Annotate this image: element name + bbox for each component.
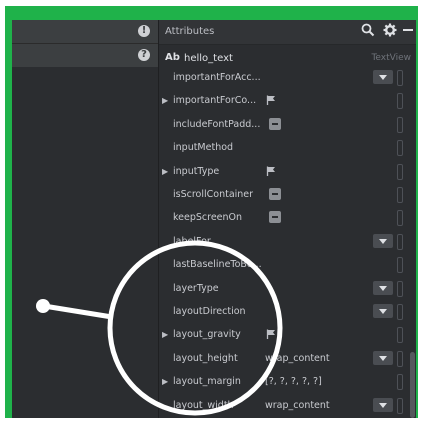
search-icon[interactable]: [359, 23, 377, 41]
attribute-name: importantForAcc...: [173, 72, 261, 83]
attribute-name: isScrollContainer: [173, 189, 254, 200]
attribute-row[interactable]: layout_height wrap_content: [159, 348, 416, 371]
ide-window: ! ? Attributes Ab hello_text TextView im…: [12, 20, 416, 418]
gear-icon[interactable]: [381, 23, 399, 41]
minimize-icon[interactable]: [399, 23, 416, 41]
attribute-value[interactable]: wrap_content: [265, 400, 330, 411]
left-pane-row[interactable]: !: [12, 20, 158, 44]
component-badge: Ab: [165, 52, 180, 63]
remove-button[interactable]: [269, 188, 281, 200]
resource-picker-button[interactable]: [397, 163, 403, 180]
attributes-panel: Attributes Ab hello_text TextView import…: [159, 20, 416, 418]
resource-picker-button[interactable]: [397, 397, 403, 414]
attribute-name: inputType: [173, 165, 220, 177]
attribute-value[interactable]: wrap_content: [265, 353, 330, 364]
attribute-row[interactable]: layoutDirection: [159, 301, 416, 324]
resource-picker-button[interactable]: [397, 187, 403, 203]
dropdown-button[interactable]: [373, 304, 393, 318]
attribute-name: layout_width: [173, 399, 234, 411]
attribute-row[interactable]: isScrollContainer: [159, 184, 416, 207]
attribute-name: layout_height: [173, 352, 238, 364]
expand-arrow-icon[interactable]: ▶: [162, 330, 168, 339]
flag-icon[interactable]: [266, 329, 276, 340]
component-id: hello_text: [184, 53, 233, 64]
attribute-row[interactable]: lastBaselineToBo...: [159, 254, 416, 277]
resource-picker-button[interactable]: [397, 327, 403, 344]
left-pane: ! ?: [12, 20, 158, 418]
attribute-row[interactable]: importantForAcc...: [159, 67, 416, 90]
attribute-name: keepScreenOn: [173, 212, 243, 224]
resource-picker-button[interactable]: [397, 140, 403, 157]
attribute-value[interactable]: [?, ?, ?, ?, ?]: [265, 376, 322, 387]
attribute-row[interactable]: ▶ layout_margin [?, ?, ?, ?, ?]: [159, 371, 416, 394]
attribute-name: labelFor: [173, 235, 211, 247]
screenshot-frame: ! ? Attributes Ab hello_text TextView im…: [0, 0, 425, 421]
resource-picker-button[interactable]: [397, 280, 403, 297]
attribute-row[interactable]: inputMethod: [159, 137, 416, 160]
expand-arrow-icon[interactable]: ▶: [162, 377, 168, 386]
panel-title: Attributes: [165, 26, 215, 37]
flag-icon[interactable]: [266, 95, 276, 106]
resource-picker-button[interactable]: [397, 350, 403, 367]
attribute-name: includeFontPadd...: [173, 118, 261, 130]
resource-picker-button[interactable]: [397, 374, 403, 391]
attribute-row[interactable]: includeFontPadd...: [159, 114, 416, 137]
dropdown-button[interactable]: [373, 70, 393, 84]
remove-button[interactable]: [269, 211, 281, 224]
dropdown-button[interactable]: [373, 233, 393, 248]
dropdown-button[interactable]: [373, 350, 393, 365]
attribute-row[interactable]: layerType: [159, 278, 416, 301]
help-icon[interactable]: ?: [138, 49, 150, 61]
resource-picker-button[interactable]: [397, 93, 403, 110]
resource-picker-button[interactable]: [397, 70, 403, 86]
resource-picker-button[interactable]: [397, 233, 403, 250]
scrollbar[interactable]: [410, 352, 415, 418]
expand-arrow-icon[interactable]: ▶: [162, 96, 168, 105]
attribute-name: layoutDirection: [173, 306, 246, 317]
attribute-row[interactable]: ▶ inputType: [159, 161, 416, 184]
attribute-row[interactable]: labelFor: [159, 231, 416, 254]
warning-icon[interactable]: !: [138, 25, 150, 37]
remove-button[interactable]: [269, 117, 281, 130]
attribute-row[interactable]: layout_width wrap_content: [159, 395, 416, 418]
resource-picker-button[interactable]: [397, 116, 403, 133]
dropdown-button[interactable]: [373, 280, 393, 295]
flag-icon[interactable]: [266, 166, 276, 176]
attribute-row[interactable]: ▶ layout_gravity: [159, 324, 416, 347]
attribute-row[interactable]: keepScreenOn: [159, 207, 416, 230]
attribute-name: inputMethod: [173, 142, 234, 154]
attributes-header: Attributes: [159, 20, 416, 45]
attribute-name: lastBaselineToBo...: [173, 259, 262, 271]
expand-arrow-icon[interactable]: ▶: [162, 167, 168, 176]
attribute-name: layout_margin: [173, 376, 241, 388]
resource-picker-button[interactable]: [397, 210, 403, 227]
left-pane-row[interactable]: ?: [12, 44, 158, 67]
component-type: TextView: [371, 53, 411, 63]
attribute-name: layout_gravity: [173, 329, 241, 341]
attribute-row[interactable]: ▶ importantForCo...: [159, 90, 416, 113]
attribute-name: importantForCo...: [173, 95, 257, 107]
dropdown-button[interactable]: [373, 397, 393, 412]
resource-picker-button[interactable]: [397, 304, 403, 320]
resource-picker-button[interactable]: [397, 257, 403, 274]
attribute-name: layerType: [173, 282, 219, 294]
